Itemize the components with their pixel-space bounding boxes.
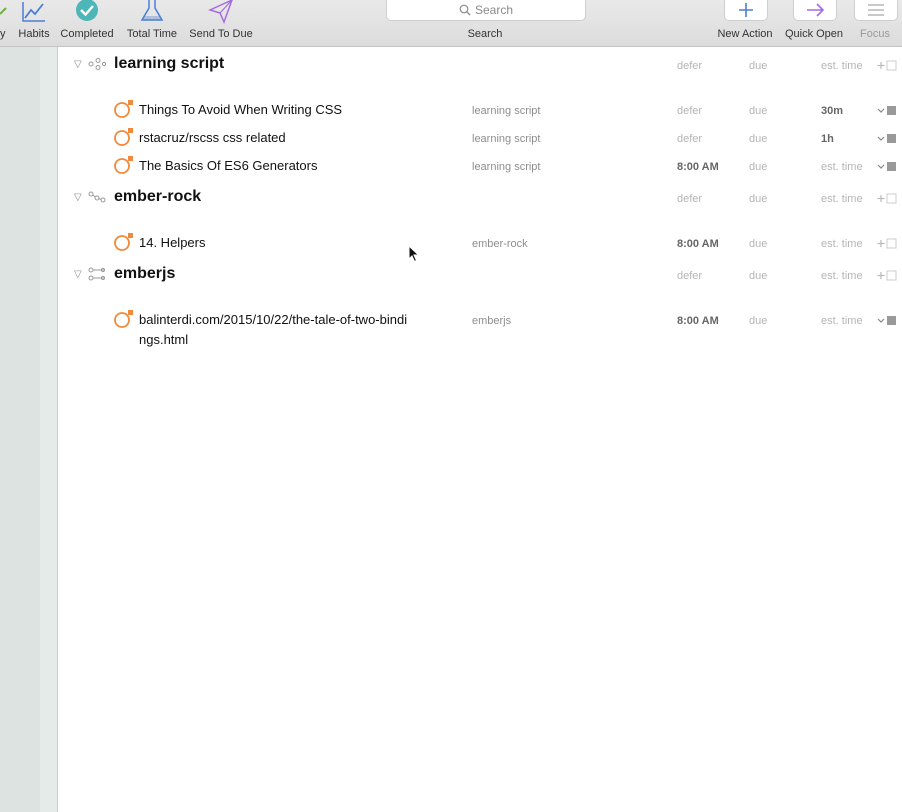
- task-est-time[interactable]: est. time: [821, 315, 863, 327]
- quick-open-label: Quick Open: [784, 28, 844, 40]
- add-child-icon[interactable]: [876, 59, 898, 73]
- task-menu-icon[interactable]: [876, 132, 898, 146]
- task-due[interactable]: due: [749, 133, 767, 145]
- task-checkbox-icon[interactable]: [114, 99, 134, 119]
- task-project[interactable]: learning script: [472, 161, 540, 173]
- project-title: learning script: [114, 55, 225, 72]
- task-due[interactable]: due: [749, 105, 767, 117]
- list-icon: [868, 4, 884, 16]
- task-checkbox-icon[interactable]: [114, 232, 134, 252]
- task-defer[interactable]: 8:00 AM: [677, 315, 719, 327]
- new-action-btn-frame[interactable]: [724, 0, 768, 21]
- toolbar: y Habits Completed Total Time Send To Du…: [0, 0, 902, 47]
- task-est-time[interactable]: 30m: [821, 105, 843, 117]
- add-child-icon[interactable]: [876, 237, 898, 251]
- project-row[interactable]: ▽ ember-rock defer due est. time: [58, 188, 902, 210]
- focus-btn-frame[interactable]: [854, 0, 898, 21]
- task-row[interactable]: The Basics Of ES6 Generators learning sc…: [58, 155, 902, 177]
- quick-open-btn-frame[interactable]: [793, 0, 837, 21]
- project-row[interactable]: ▽ learning script defer due est. time: [58, 55, 902, 77]
- send-to-due-button[interactable]: Send To Due: [186, 0, 256, 46]
- project-parallel-icon: [88, 58, 106, 70]
- task-checkbox-icon[interactable]: [114, 309, 134, 329]
- disclosure-triangle-icon[interactable]: ▽: [74, 192, 82, 203]
- task-checkbox-icon[interactable]: [114, 155, 134, 175]
- task-defer[interactable]: 8:00 AM: [677, 238, 719, 250]
- task-defer[interactable]: defer: [677, 105, 702, 117]
- task-title[interactable]: rstacruz/rscss css related: [139, 128, 409, 148]
- search-label: Search: [467, 28, 503, 40]
- task-defer[interactable]: 8:00 AM: [677, 161, 719, 173]
- project-defer[interactable]: defer: [677, 270, 702, 282]
- toolbar-item-label: y: [0, 28, 6, 40]
- flask-icon: [140, 0, 164, 21]
- task-row[interactable]: 14. Helpers ember-rock 8:00 AM due est. …: [58, 232, 902, 254]
- search-input[interactable]: Search: [386, 0, 586, 21]
- task-project[interactable]: learning script: [472, 105, 540, 117]
- task-menu-icon[interactable]: [876, 160, 898, 174]
- sidebar-background-stripe: [0, 47, 40, 812]
- task-row[interactable]: rstacruz/rscss css related learning scri…: [58, 127, 902, 149]
- add-child-icon[interactable]: [876, 269, 898, 283]
- project-due[interactable]: due: [749, 60, 767, 72]
- project-defer[interactable]: defer: [677, 60, 702, 72]
- task-checkbox-icon[interactable]: [114, 127, 134, 147]
- task-title[interactable]: Things To Avoid When Writing CSS: [139, 100, 409, 120]
- search-icon: [459, 4, 471, 16]
- disclosure-triangle-icon[interactable]: ▽: [74, 59, 82, 70]
- search-placeholder: Search: [474, 3, 514, 17]
- completed-label: Completed: [60, 28, 114, 40]
- project-defer[interactable]: defer: [677, 193, 702, 205]
- task-row[interactable]: Things To Avoid When Writing CSS learnin…: [58, 99, 902, 121]
- new-action-label: New Action: [717, 28, 773, 40]
- project-est-time[interactable]: est. time: [821, 270, 863, 282]
- project-title: emberjs: [114, 265, 176, 282]
- task-due[interactable]: due: [749, 315, 767, 327]
- check-circle-icon: [76, 0, 98, 21]
- task-due[interactable]: due: [749, 161, 767, 173]
- project-due[interactable]: due: [749, 193, 767, 205]
- project-est-time[interactable]: est. time: [821, 60, 863, 72]
- task-title[interactable]: The Basics Of ES6 Generators: [139, 156, 409, 176]
- task-due[interactable]: due: [749, 238, 767, 250]
- task-title[interactable]: balinterdi.com/2015/10/22/the-tale-of-tw…: [139, 310, 409, 350]
- task-title[interactable]: 14. Helpers: [139, 233, 409, 253]
- new-action-button[interactable]: New Action: [712, 0, 778, 46]
- project-est-time[interactable]: est. time: [821, 193, 863, 205]
- total-time-label: Total Time: [126, 28, 178, 40]
- toolbar-item-partial[interactable]: y: [0, 0, 10, 46]
- task-est-time[interactable]: 1h: [821, 133, 834, 145]
- task-est-time[interactable]: est. time: [821, 238, 863, 250]
- task-est-time[interactable]: est. time: [821, 161, 863, 173]
- plus-icon: [739, 3, 753, 17]
- chart-line-icon: [22, 2, 45, 22]
- focus-label: Focus: [860, 28, 890, 40]
- task-project[interactable]: emberjs: [472, 315, 511, 327]
- habits-label: Habits: [18, 28, 50, 40]
- send-to-due-label: Send To Due: [189, 28, 253, 40]
- project-due[interactable]: due: [749, 270, 767, 282]
- completed-button[interactable]: Completed: [57, 0, 117, 46]
- project-row[interactable]: ▽ emberjs defer due est. time: [58, 265, 902, 287]
- mouse-cursor-icon: [408, 245, 420, 263]
- paper-plane-icon: [208, 0, 233, 24]
- quick-open-button[interactable]: Quick Open: [781, 0, 847, 46]
- task-defer[interactable]: defer: [677, 133, 702, 145]
- outline-list: ▽ learning script defer due est. time Th…: [58, 47, 902, 812]
- disclosure-triangle-icon[interactable]: ▽: [74, 269, 82, 280]
- arrow-right-icon: [807, 3, 825, 17]
- task-project[interactable]: ember-rock: [472, 238, 528, 250]
- focus-button[interactable]: Focus: [848, 0, 902, 46]
- add-child-icon[interactable]: [876, 192, 898, 206]
- task-row[interactable]: balinterdi.com/2015/10/22/the-tale-of-tw…: [58, 309, 902, 351]
- project-title: ember-rock: [114, 188, 202, 205]
- project-single-actions-icon: [88, 267, 106, 281]
- task-menu-icon[interactable]: [876, 314, 898, 328]
- habits-button[interactable]: Habits: [14, 0, 54, 46]
- task-project[interactable]: learning script: [472, 133, 540, 145]
- project-sequential-icon: [88, 191, 106, 203]
- partial-icon: [0, 7, 7, 15]
- task-menu-icon[interactable]: [876, 104, 898, 118]
- total-time-button[interactable]: Total Time: [122, 0, 182, 46]
